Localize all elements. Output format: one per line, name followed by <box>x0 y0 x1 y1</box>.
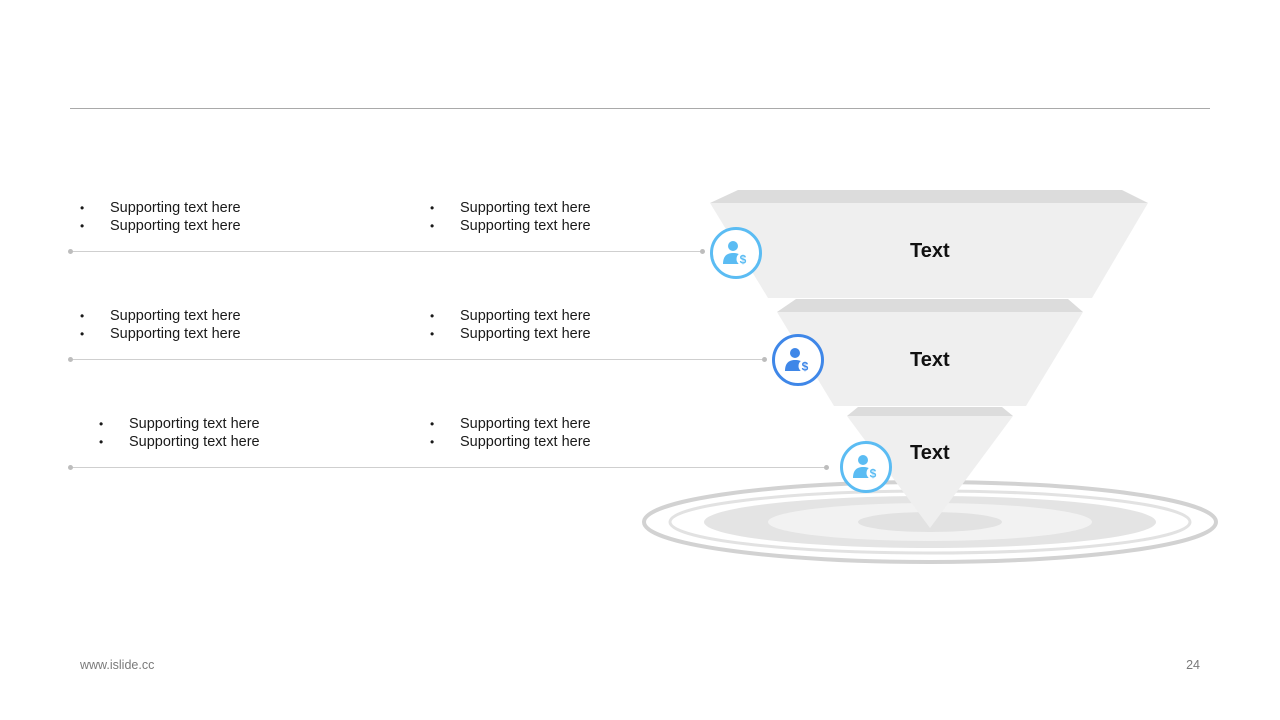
person-dollar-icon: $ <box>785 348 812 374</box>
funnel-diagram <box>642 190 1218 564</box>
page-number: 24 <box>1186 658 1200 672</box>
stage-1-badge: $ <box>710 227 762 279</box>
funnel-tier-1-top-face <box>710 190 1148 203</box>
person-dollar-icon: $ <box>723 241 750 267</box>
funnel-tier-2-top-face <box>777 299 1083 312</box>
funnel-tier-3-top-face <box>847 407 1013 416</box>
stage-3-badge: $ <box>840 441 892 493</box>
stage-2-badge: $ <box>772 334 824 386</box>
funnel-stage-1-label: Text <box>910 240 950 262</box>
person-dollar-icon: $ <box>853 455 880 481</box>
funnel-stage-2-label: Text <box>910 349 950 371</box>
svg-text:$: $ <box>740 253 747 267</box>
funnel-stage-3-label: Text <box>910 442 950 464</box>
svg-text:$: $ <box>870 467 877 481</box>
svg-text:$: $ <box>802 360 809 374</box>
footer-website: www.islide.cc <box>80 658 155 672</box>
